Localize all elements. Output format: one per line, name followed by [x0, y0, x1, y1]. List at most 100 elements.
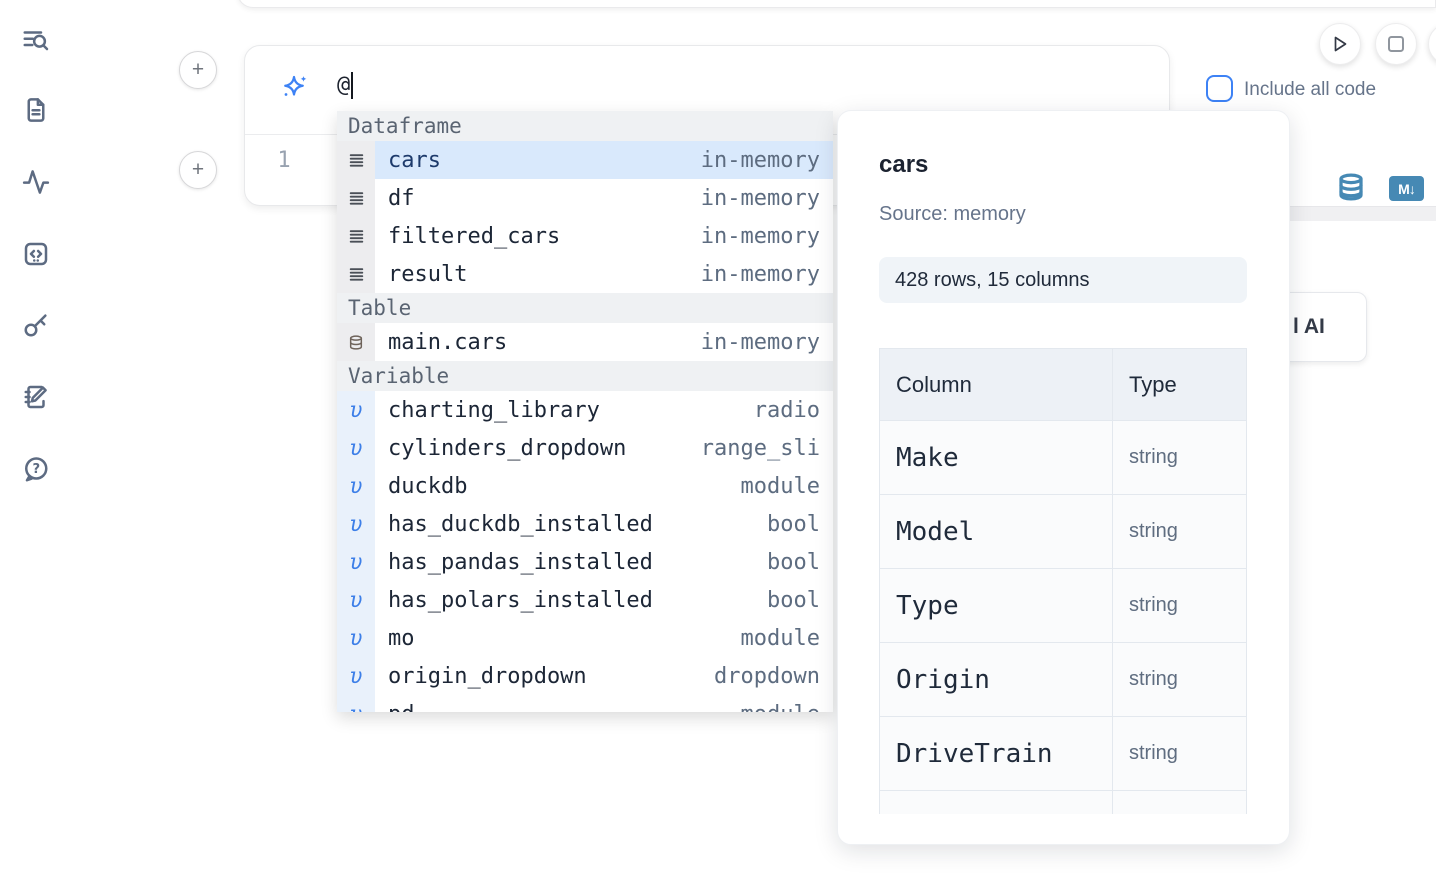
autocomplete-item-has_pandas_installed[interactable]: υ has_pandas_installed bool: [337, 543, 833, 581]
ai-prompt-text: @: [337, 73, 350, 98]
item-name: filtered_cars: [388, 224, 560, 249]
item-type: dropdown: [714, 664, 820, 689]
database-icon[interactable]: [1336, 172, 1366, 202]
dataframe-icon: [337, 255, 375, 293]
autocomplete-item-df[interactable]: dfin-memory: [337, 179, 833, 217]
autocomplete-item-origin_dropdown[interactable]: υ origin_dropdown dropdown: [337, 657, 833, 695]
schema-column-name: [880, 791, 1113, 815]
include-all-code-checkbox[interactable]: [1206, 75, 1233, 102]
autocomplete-item-has_duckdb_installed[interactable]: υ has_duckdb_installed bool: [337, 505, 833, 543]
variable-icon: υ: [337, 467, 375, 505]
document-icon[interactable]: [21, 95, 51, 125]
item-type: in-memory: [701, 224, 820, 249]
variable-icon: υ: [337, 619, 375, 657]
schema-column-type: [1113, 791, 1247, 815]
run-cell-button[interactable]: [1319, 23, 1361, 65]
variable-icon: υ: [337, 581, 375, 619]
cell-action-button-partial[interactable]: [1428, 23, 1436, 65]
table-icon: [337, 323, 375, 361]
variable-icon: υ: [337, 695, 375, 712]
autocomplete-group-header: Variable: [337, 361, 833, 391]
item-type: in-memory: [701, 186, 820, 211]
ai-action-label: l AI: [1293, 293, 1325, 361]
preview-source: Source: memory: [879, 203, 1026, 226]
previous-cell-edge: [237, 0, 1436, 8]
schema-row: [880, 791, 1247, 815]
autocomplete-item-filtered_cars[interactable]: filtered_cars in-memory: [337, 217, 833, 255]
autocomplete-item-mo[interactable]: υmomodule: [337, 619, 833, 657]
autocomplete-item-charting_library[interactable]: υcharting_libraryradio: [337, 391, 833, 429]
autocomplete-item-cylinders_dropdown[interactable]: υ cylinders_dropdown range_sli: [337, 429, 833, 467]
item-name: has_pandas_installed: [388, 550, 653, 575]
stop-button[interactable]: [1375, 23, 1417, 65]
item-type: module: [741, 626, 820, 651]
schema-column-name: Make: [880, 421, 1113, 495]
left-sidebar: ?: [0, 0, 72, 874]
schema-table-body: MakestringModelstringTypestringOriginstr…: [880, 421, 1247, 815]
schema-row: DriveTrainstring: [880, 717, 1247, 791]
variable-icon: υ: [337, 391, 375, 429]
schema-column-name: Type: [880, 569, 1113, 643]
schema-column-type: string: [1113, 717, 1247, 791]
preview-shape-badge: 428 rows, 15 columns: [879, 257, 1247, 303]
variable-icon: υ: [337, 505, 375, 543]
item-name: pd: [388, 702, 415, 713]
autocomplete-item-cars[interactable]: cars in-memory: [337, 141, 833, 179]
schema-column-type: string: [1113, 495, 1247, 569]
schema-column-name: Origin: [880, 643, 1113, 717]
include-all-code-label: Include all code: [1244, 79, 1376, 101]
item-type: bool: [767, 550, 820, 575]
schema-column-name: DriveTrain: [880, 717, 1113, 791]
item-name: charting_library: [388, 398, 600, 423]
autocomplete-item-has_polars_installed[interactable]: υhas_polars_installedbool: [337, 581, 833, 619]
item-type: in-memory: [701, 148, 820, 173]
schema-column-name: Model: [880, 495, 1113, 569]
key-icon[interactable]: [21, 310, 51, 340]
line-number: 1: [267, 148, 301, 173]
autocomplete-item-duckdb[interactable]: υduckdb module: [337, 467, 833, 505]
item-type: in-memory: [701, 262, 820, 287]
dataframe-preview-panel: cars Source: memory 428 rows, 15 columns…: [837, 110, 1290, 845]
item-type: range_sli: [701, 436, 820, 461]
add-cell-above-button[interactable]: +: [179, 51, 217, 89]
variable-icon: υ: [337, 657, 375, 695]
ai-sparkle-icon: [279, 72, 309, 102]
item-name: cylinders_dropdown: [388, 436, 626, 461]
autocomplete-group-header: Table: [337, 293, 833, 323]
add-cell-below-button[interactable]: +: [179, 151, 217, 189]
ai-prompt-input[interactable]: @: [337, 72, 353, 99]
autocomplete-item-main.cars[interactable]: main.carsin-memory: [337, 323, 833, 361]
item-type: module: [741, 474, 820, 499]
stop-icon: [1387, 35, 1405, 53]
schema-row: Originstring: [880, 643, 1247, 717]
notebook-edit-icon[interactable]: [21, 382, 51, 412]
schema-table-wrapper: Column Type MakestringModelstringTypestr…: [879, 348, 1247, 814]
item-name: cars: [388, 148, 441, 173]
item-type: bool: [767, 512, 820, 537]
autocomplete-item-pd[interactable]: υpdmodule: [337, 695, 833, 712]
item-name: has_duckdb_installed: [388, 512, 653, 537]
autocomplete-popup: Dataframecarsin-memorydfin-memoryfiltere…: [337, 111, 833, 712]
item-name: duckdb: [388, 474, 467, 499]
schema-table: Column Type MakestringModelstringTypestr…: [879, 348, 1247, 814]
schema-row: Modelstring: [880, 495, 1247, 569]
play-icon: [1330, 34, 1350, 54]
variable-icon: υ: [337, 429, 375, 467]
code-block-icon[interactable]: [21, 239, 51, 269]
item-name: main.cars: [388, 330, 507, 355]
schema-header-column: Column: [880, 349, 1113, 421]
variable-icon: υ: [337, 543, 375, 581]
preview-title: cars: [879, 151, 928, 179]
markdown-icon[interactable]: M↓: [1389, 176, 1424, 201]
list-search-icon[interactable]: [21, 25, 51, 55]
text-cursor: [351, 72, 353, 99]
schema-row: Makestring: [880, 421, 1247, 495]
dataframe-icon: [337, 217, 375, 255]
autocomplete-item-result[interactable]: resultin-memory: [337, 255, 833, 293]
dataframe-icon: [337, 179, 375, 217]
schema-column-type: string: [1113, 421, 1247, 495]
schema-column-type: string: [1113, 643, 1247, 717]
help-icon[interactable]: ?: [21, 454, 51, 484]
item-name: origin_dropdown: [388, 664, 587, 689]
activity-icon[interactable]: [21, 167, 51, 197]
